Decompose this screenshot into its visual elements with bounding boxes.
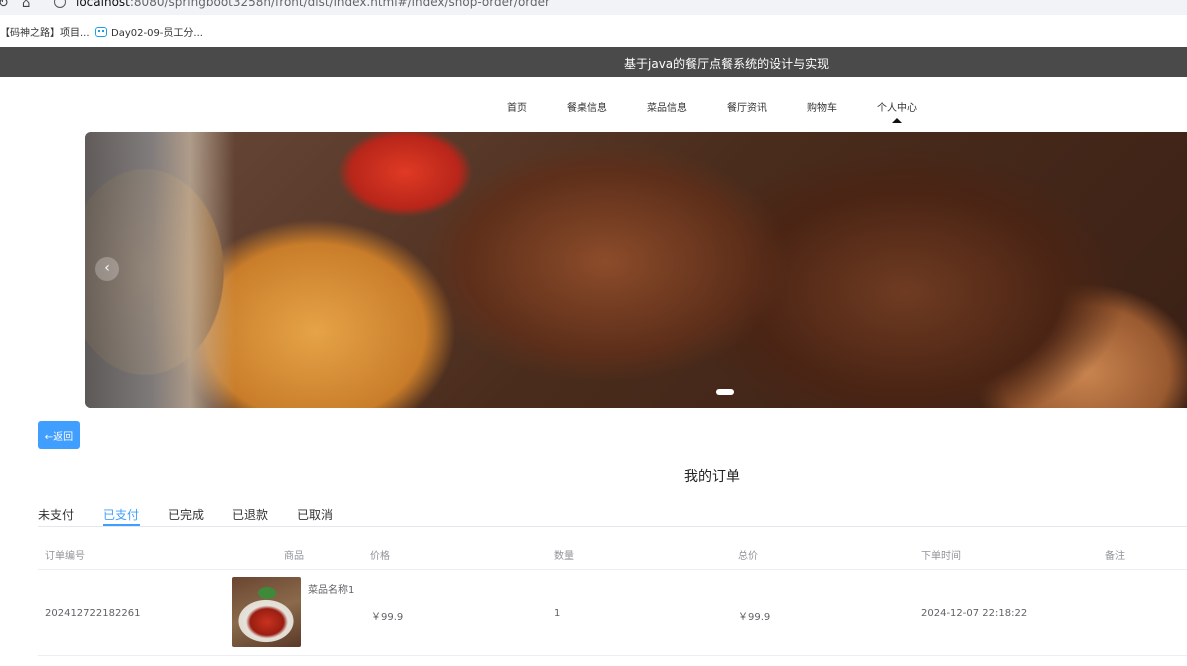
orders-table: 订单编号 商品 价格 数量 总价 下单时间 备注 202412722182261… bbox=[38, 527, 1187, 656]
column-header: 商品 bbox=[284, 551, 304, 562]
column-header: 数量 bbox=[554, 551, 574, 562]
bookmark-item[interactable]: Day02-09-员工分... bbox=[95, 24, 203, 39]
dish-name: 菜品名称1 bbox=[308, 585, 355, 596]
page-title: 我的订单 bbox=[684, 469, 740, 485]
quantity: 1 bbox=[554, 608, 561, 619]
active-tab-indicator bbox=[103, 524, 140, 526]
order-time: 2024-12-07 22:18:22 bbox=[921, 608, 1028, 619]
nav-item-dishes[interactable]: 菜品信息 bbox=[647, 99, 687, 114]
column-header: 总价 bbox=[738, 551, 758, 562]
tab-unpaid[interactable]: 未支付 bbox=[38, 506, 74, 523]
table-row[interactable]: 202412722182261 菜品名称1 ￥99.9 1 ￥99.9 2024… bbox=[38, 570, 1187, 656]
site-title: 基于java的餐厅点餐系统的设计与实现 bbox=[624, 57, 830, 71]
nav-active-caret-icon bbox=[892, 118, 902, 123]
order-status-tabs: 未支付 已支付 已完成 已退款 已取消 bbox=[38, 500, 1187, 527]
tab-cancelled[interactable]: 已取消 bbox=[297, 506, 333, 523]
order-number: 202412722182261 bbox=[45, 608, 141, 619]
banner-carousel[interactable]: ‹ bbox=[85, 132, 1187, 408]
column-header: 价格 bbox=[370, 551, 390, 562]
site-info-icon[interactable] bbox=[54, 0, 66, 8]
url-text[interactable]: localhost:8080/springboot3258n/front/dis… bbox=[76, 0, 550, 9]
bookmark-item[interactable]: 【码神之路】项目... bbox=[0, 24, 90, 39]
nav-item-tables[interactable]: 餐桌信息 bbox=[567, 99, 607, 114]
column-header: 订单编号 bbox=[45, 551, 85, 562]
tab-refunded[interactable]: 已退款 bbox=[232, 506, 268, 523]
carousel-indicator[interactable] bbox=[716, 389, 734, 395]
column-header: 备注 bbox=[1105, 551, 1125, 562]
back-button[interactable]: ←返回 bbox=[38, 421, 80, 449]
total-price: ￥99.9 bbox=[738, 612, 771, 623]
nav-item-cart[interactable]: 购物车 bbox=[807, 99, 837, 114]
carousel-prev-button[interactable]: ‹ bbox=[95, 257, 119, 281]
tab-completed[interactable]: 已完成 bbox=[168, 506, 204, 523]
dish-thumbnail[interactable] bbox=[232, 577, 301, 647]
bookmarks-bar: 【码神之路】项目... Day02-09-员工分... bbox=[0, 15, 1187, 47]
browser-url-bar[interactable]: ↻ ⌂ localhost:8080/springboot3258n/front… bbox=[0, 0, 1187, 15]
table-header: 订单编号 商品 价格 数量 总价 下单时间 备注 bbox=[38, 527, 1187, 570]
bilibili-icon bbox=[95, 26, 107, 37]
column-header: 下单时间 bbox=[921, 551, 961, 562]
nav-item-home[interactable]: 首页 bbox=[507, 99, 527, 114]
main-nav: 首页 餐桌信息 菜品信息 餐厅资讯 购物车 个人中心 bbox=[0, 77, 1187, 132]
nav-item-user-center[interactable]: 个人中心 bbox=[877, 99, 917, 114]
home-icon[interactable]: ⌂ bbox=[22, 0, 30, 11]
reload-icon[interactable]: ↻ bbox=[0, 0, 9, 11]
site-title-bar: 基于java的餐厅点餐系统的设计与实现 bbox=[0, 47, 1187, 77]
nav-item-news[interactable]: 餐厅资讯 bbox=[727, 99, 767, 114]
tab-paid[interactable]: 已支付 bbox=[103, 506, 139, 523]
price: ￥99.9 bbox=[371, 612, 404, 623]
